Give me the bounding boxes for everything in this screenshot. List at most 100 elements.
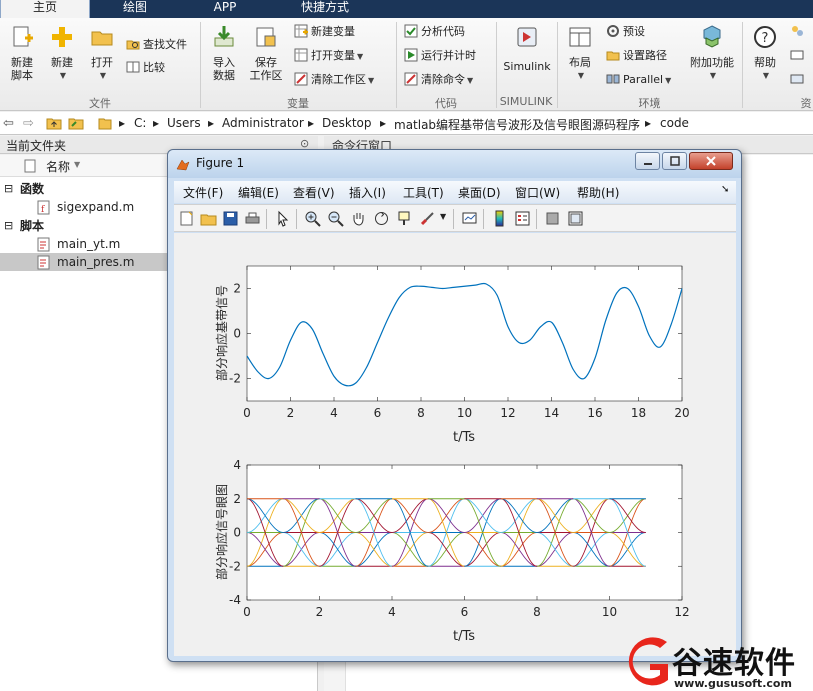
menu-tools[interactable]: 工具(T) — [403, 184, 444, 201]
show-plot-tools-icon[interactable] — [567, 210, 584, 227]
column-name-label[interactable]: 名称 — [46, 158, 70, 175]
new-label: 新建 — [51, 56, 73, 69]
new-variable-icon — [294, 24, 308, 38]
figure-window[interactable]: Figure 1 文件(F) 编辑(E) 查看(V) 插入(I) 工具(T) 桌… — [167, 149, 742, 662]
new-figure-icon[interactable] — [178, 210, 195, 227]
pan-hand-icon[interactable] — [350, 210, 367, 227]
analyze-code-button[interactable]: 分析代码 — [404, 23, 465, 41]
breadcrumb-separator: ▸ — [119, 116, 126, 130]
compare-label: 比较 — [143, 61, 165, 74]
save-icon[interactable] — [222, 210, 239, 227]
figure-canvas[interactable]: 0 2 4 6 8 10 12 14 16 18 20 -2 0 2 0 2 4 6 8 10 12 -4 -2 0 2 4 t… — [174, 233, 736, 656]
menu-window[interactable]: 窗口(W) — [515, 184, 560, 201]
clear-commands-button[interactable]: 清除命令 ▼ — [404, 71, 473, 89]
import-data-button[interactable]: 导入 数据 — [204, 24, 244, 82]
learn-matlab-button[interactable] — [790, 71, 807, 89]
save-workspace-label: 保存 工作区 — [249, 56, 283, 82]
close-button[interactable] — [689, 152, 733, 170]
new-variable-label: 新建变量 — [311, 25, 355, 38]
figure-title: Figure 1 — [196, 156, 245, 170]
new-variable-button[interactable]: 新建变量 — [294, 23, 355, 41]
file-name: main_yt.m — [57, 237, 121, 251]
print-icon[interactable] — [244, 210, 261, 227]
open-variable-icon — [294, 48, 308, 62]
file-name: sigexpand.m — [57, 200, 135, 214]
open-button[interactable]: 打开 ▼ — [84, 24, 120, 82]
save-workspace-button[interactable]: 保存 工作区 — [246, 24, 286, 82]
preferences-button[interactable]: 预设 — [606, 23, 645, 41]
breadcrumb-c[interactable]: C: — [134, 116, 146, 130]
breadcrumb-separator: ▸ — [380, 116, 387, 130]
collapse-icon[interactable]: ⊟ — [4, 180, 13, 198]
chevron-down-icon: ▼ — [357, 52, 364, 61]
rotate-3d-icon[interactable] — [373, 210, 390, 227]
pointer-icon[interactable] — [274, 210, 291, 227]
x-tick-label: 10 — [457, 406, 472, 420]
brush-icon[interactable] — [419, 210, 436, 227]
chevron-down-icon[interactable]: ▼ — [440, 212, 446, 221]
set-path-button[interactable]: 设置路径 — [606, 47, 667, 65]
open-file-icon[interactable] — [200, 210, 217, 227]
zoom-in-icon[interactable] — [304, 210, 321, 227]
breadcrumb-administrator[interactable]: Administrator — [222, 116, 304, 130]
breadcrumb-separator: ▸ — [153, 116, 160, 130]
open-variable-button[interactable]: 打开变量 ▼ — [294, 47, 363, 65]
tab-home[interactable]: 主页 — [0, 0, 90, 18]
matlab-logo-icon — [176, 159, 190, 171]
forward-arrow-icon[interactable]: ⇨ — [23, 116, 34, 131]
request-support-button[interactable] — [790, 47, 807, 65]
help-button[interactable]: ? 帮助 ▼ — [748, 24, 782, 82]
colorbar-icon[interactable] — [491, 210, 508, 227]
save-workspace-icon — [256, 27, 276, 47]
menu-help[interactable]: 帮助(H) — [577, 184, 619, 201]
menu-insert[interactable]: 插入(I) — [349, 184, 386, 201]
tab-shortcuts[interactable]: 快捷方式 — [270, 0, 380, 18]
script-file-icon — [37, 255, 50, 270]
maximize-button[interactable] — [662, 152, 687, 170]
layout-icon — [569, 27, 591, 47]
breadcrumb-users[interactable]: Users — [167, 116, 201, 130]
link-plot-icon[interactable] — [461, 210, 478, 227]
breadcrumb-code[interactable]: code — [660, 116, 689, 130]
data-cursor-icon[interactable] — [396, 210, 413, 227]
compare-button[interactable]: 比较 — [126, 59, 165, 77]
y-tick-label: 2 — [233, 282, 241, 296]
breadcrumb-project[interactable]: matlab编程基带信号波形及信号眼图源码程序 — [394, 116, 640, 133]
collapse-icon[interactable]: ⊟ — [4, 217, 13, 235]
x-tick-label: 8 — [533, 605, 541, 619]
browse-folder-icon[interactable] — [68, 116, 84, 130]
new-button[interactable]: 新建 ▼ — [44, 24, 80, 82]
minimize-button[interactable] — [635, 152, 660, 170]
find-files-button[interactable]: 查找文件 — [126, 36, 187, 54]
legend-icon[interactable] — [514, 210, 531, 227]
run-and-time-button[interactable]: 运行并计时 — [404, 47, 476, 65]
new-script-button[interactable]: 新建 脚本 — [4, 24, 40, 82]
community-button[interactable] — [790, 23, 807, 41]
ribbon-tabbar: 主页 绘图 APP 快捷方式 — [0, 0, 813, 18]
group-label: 函数 — [20, 182, 45, 196]
tab-apps[interactable]: APP — [180, 0, 270, 18]
hide-plot-tools-icon[interactable] — [544, 210, 561, 227]
menu-file[interactable]: 文件(F) — [183, 184, 223, 201]
up-folder-icon[interactable] — [46, 116, 62, 130]
layout-button[interactable]: 布局 ▼ — [562, 24, 598, 82]
addons-button[interactable]: 附加功能 ▼ — [686, 24, 738, 82]
file-name: main_pres.m — [57, 255, 135, 269]
dock-arrow-icon[interactable]: ➘ — [721, 184, 729, 195]
simulink-button[interactable]: Simulink — [502, 24, 552, 73]
parallel-button[interactable]: Parallel ▼ — [606, 71, 671, 89]
menu-view[interactable]: 查看(V) — [293, 184, 335, 201]
tab-plots[interactable]: 绘图 — [90, 0, 180, 18]
figure-titlebar[interactable]: Figure 1 — [168, 150, 741, 178]
set-path-icon — [606, 51, 620, 61]
x-tick-label: 4 — [388, 605, 396, 619]
menu-desktop[interactable]: 桌面(D) — [458, 184, 501, 201]
find-files-icon — [126, 40, 140, 50]
import-label: 导入 数据 — [213, 56, 235, 82]
back-arrow-icon[interactable]: ⇦ — [3, 116, 14, 131]
zoom-out-icon[interactable] — [327, 210, 344, 227]
clear-workspace-button[interactable]: 清除工作区 ▼ — [294, 71, 374, 89]
menu-edit[interactable]: 编辑(E) — [238, 184, 279, 201]
breadcrumb-desktop[interactable]: Desktop — [322, 116, 372, 130]
chevron-down-icon: ▼ — [762, 71, 770, 80]
